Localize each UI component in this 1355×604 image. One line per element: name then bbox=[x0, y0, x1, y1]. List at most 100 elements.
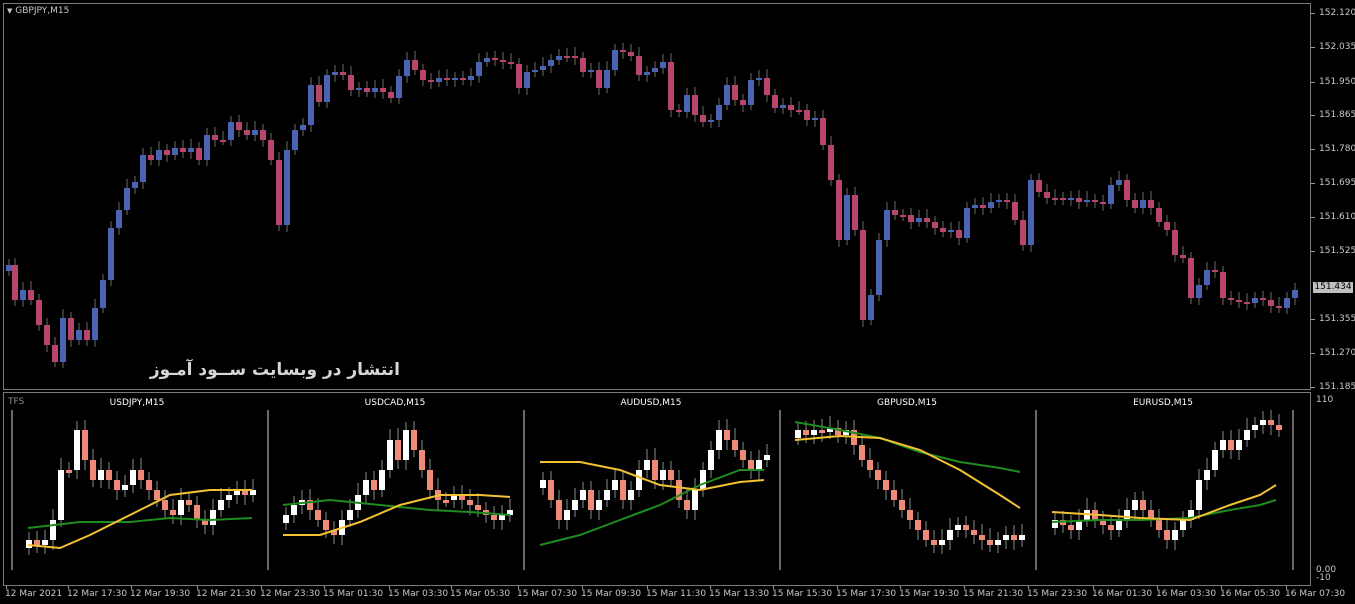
panel-symbol-label: USDJPY,M15 bbox=[109, 398, 165, 408]
candle-body bbox=[636, 56, 642, 75]
time-tick-label: 15 Mar 19:30 bbox=[899, 589, 960, 599]
candle-body bbox=[340, 72, 346, 75]
time-tick-label: 15 Mar 23:30 bbox=[1027, 589, 1088, 599]
time-tick-label: 15 Mar 05:30 bbox=[450, 589, 511, 599]
candle-body bbox=[1252, 298, 1258, 303]
candle-body bbox=[268, 140, 274, 160]
time-tick bbox=[518, 586, 519, 589]
price-tick-label: 151.780 bbox=[1319, 144, 1355, 154]
candle-body bbox=[196, 148, 202, 160]
indicator-scale-label: -10 bbox=[1316, 573, 1331, 583]
time-tick-label: 12 Mar 19:30 bbox=[130, 589, 191, 599]
candle-body bbox=[1068, 198, 1074, 200]
candle-body bbox=[684, 95, 690, 112]
candle-body bbox=[1132, 200, 1138, 208]
candle-body bbox=[908, 215, 914, 222]
time-tick-label: 15 Mar 17:30 bbox=[836, 589, 897, 599]
candle-body bbox=[1116, 180, 1122, 185]
candle-body bbox=[516, 64, 522, 88]
time-tick-label: 15 Mar 09:30 bbox=[581, 589, 642, 599]
price-tick bbox=[1311, 183, 1315, 184]
candle-body bbox=[260, 130, 266, 140]
time-tick-label: 15 Mar 21:30 bbox=[963, 589, 1024, 599]
chart-symbol-label: GBPJPY,M15 bbox=[15, 6, 70, 16]
price-tick bbox=[1311, 115, 1315, 116]
candle-body bbox=[772, 95, 778, 108]
candle-body bbox=[1012, 202, 1018, 220]
candle-body bbox=[28, 290, 34, 300]
candle-body bbox=[92, 308, 98, 340]
price-tick bbox=[1311, 387, 1315, 388]
candle-body bbox=[1028, 180, 1034, 245]
candle-body bbox=[156, 150, 162, 160]
candle-body bbox=[1124, 180, 1130, 200]
candle-body bbox=[740, 100, 746, 105]
candle-body bbox=[972, 205, 978, 208]
candle-body bbox=[628, 52, 634, 56]
candle-body bbox=[36, 300, 42, 325]
candle-body bbox=[1188, 258, 1194, 298]
candle-body bbox=[20, 290, 26, 300]
candle-body bbox=[500, 60, 506, 62]
price-tick bbox=[1311, 217, 1315, 218]
time-tick-label: 15 Mar 13:30 bbox=[709, 589, 770, 599]
candle-body bbox=[1084, 200, 1090, 202]
candle-body bbox=[620, 50, 626, 52]
candle-body bbox=[380, 88, 386, 92]
candle-body bbox=[460, 78, 466, 80]
time-tick-label: 12 Mar 21:30 bbox=[196, 589, 257, 599]
candle-body bbox=[716, 105, 722, 120]
indicator-title: TFS bbox=[8, 397, 25, 407]
candle-body bbox=[236, 122, 242, 130]
candle-body bbox=[1244, 302, 1250, 304]
price-tick-label: 151.695 bbox=[1319, 178, 1355, 188]
candle-body bbox=[564, 56, 570, 58]
candle-body bbox=[644, 72, 650, 75]
candle-body bbox=[444, 78, 450, 80]
time-tick bbox=[131, 586, 132, 589]
candle-body bbox=[660, 62, 666, 68]
price-tick bbox=[1311, 251, 1315, 252]
candle-body bbox=[804, 110, 810, 120]
candle-body bbox=[308, 85, 314, 125]
candle-body bbox=[732, 85, 738, 100]
candle-body bbox=[892, 210, 898, 215]
panel-symbol-label: EURUSD,M15 bbox=[1133, 398, 1193, 408]
candle-body bbox=[1092, 200, 1098, 202]
candle-body bbox=[212, 135, 218, 140]
candle-body bbox=[6, 265, 12, 271]
candle-body bbox=[396, 76, 402, 98]
candle-body bbox=[276, 160, 282, 225]
candle-body bbox=[860, 230, 866, 320]
candle-body bbox=[1140, 200, 1146, 208]
candle-body bbox=[364, 88, 370, 92]
candle-body bbox=[1276, 306, 1282, 308]
candle-body bbox=[244, 130, 250, 135]
candle-body bbox=[924, 218, 930, 222]
candle-body bbox=[996, 200, 1002, 202]
time-tick-label: 15 Mar 15:30 bbox=[772, 589, 833, 599]
time-tick bbox=[1028, 586, 1029, 589]
time-tick-label: 15 Mar 07:30 bbox=[517, 589, 578, 599]
candle-body bbox=[1108, 185, 1114, 204]
candle-body bbox=[204, 135, 210, 160]
candle-body bbox=[428, 80, 434, 82]
candle-body bbox=[1196, 285, 1202, 298]
candle-body bbox=[988, 202, 994, 208]
candle-body bbox=[748, 80, 754, 105]
candle-body bbox=[76, 330, 82, 340]
candle-body bbox=[68, 318, 74, 340]
chevron-down-icon[interactable]: ▼ bbox=[7, 7, 12, 15]
candle-body bbox=[780, 105, 786, 108]
price-tick bbox=[1311, 13, 1315, 14]
candle-body bbox=[1164, 222, 1170, 230]
candle-body bbox=[1220, 272, 1226, 298]
candle-body bbox=[1292, 290, 1298, 298]
candle-body bbox=[1076, 198, 1082, 202]
candle-body bbox=[1236, 300, 1242, 302]
candle-body bbox=[764, 78, 770, 95]
candle-body bbox=[540, 66, 546, 70]
indicator-scale-label: 110 bbox=[1316, 395, 1334, 405]
indicator-pane[interactable] bbox=[3, 392, 1311, 586]
time-tick bbox=[1093, 586, 1094, 589]
